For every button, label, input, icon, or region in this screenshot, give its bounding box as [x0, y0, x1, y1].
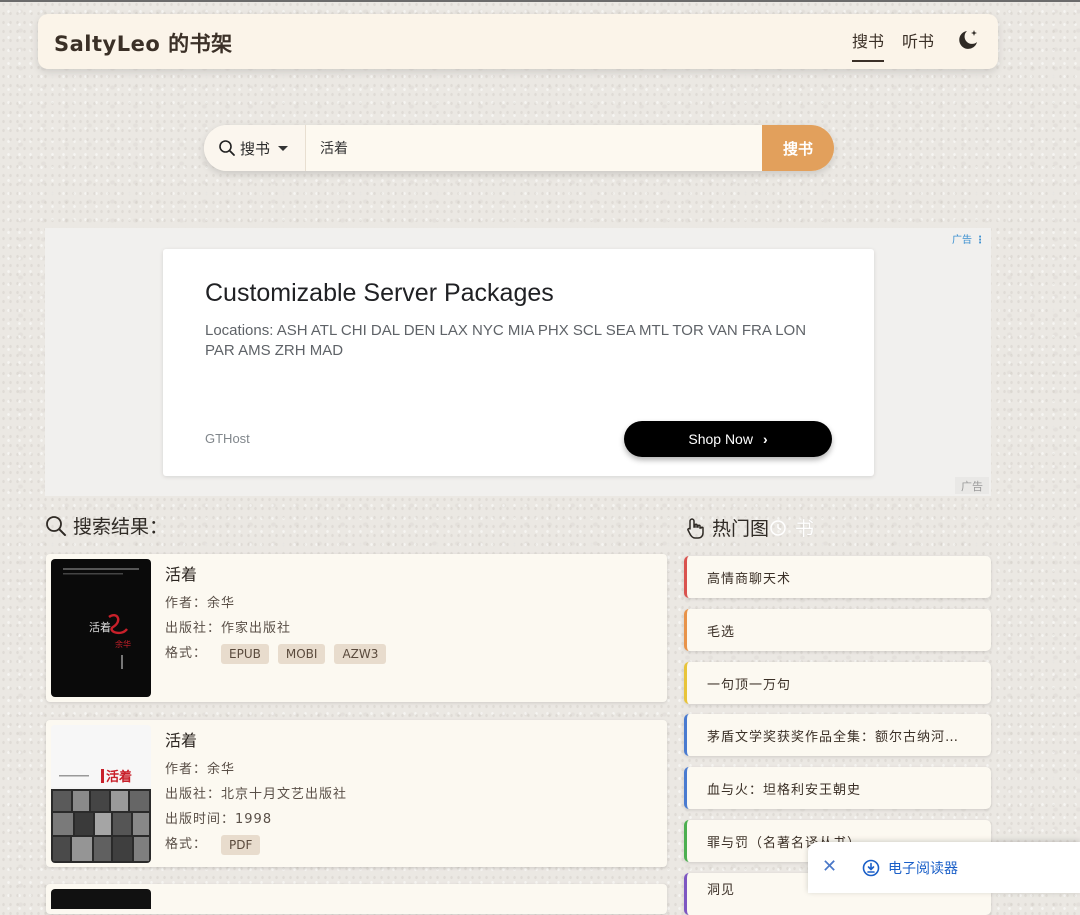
- ad-advertiser: GTHost: [205, 431, 250, 446]
- results-title: 搜索结果：: [73, 516, 169, 538]
- book-publish-date: 出版时间：1998: [165, 812, 273, 827]
- search-type-label: 搜书: [240, 139, 271, 158]
- search-button[interactable]: 搜书: [762, 125, 834, 171]
- hot-book-item[interactable]: 高情商聊天术: [684, 556, 991, 598]
- clock-icon: [770, 519, 786, 536]
- book-publisher: 出版社：北京十月文艺出版社: [165, 787, 348, 802]
- ad-badge-label: 广告: [952, 235, 972, 246]
- book-result-card[interactable]: 活着 余华 活着 作者：余华 出版社：作家出版社 格式： EPUB MOBI A…: [46, 554, 667, 702]
- book-cover-image: 活着 余华: [51, 559, 151, 697]
- ad-card[interactable]: Customizable Server Packages Locations: …: [163, 249, 874, 476]
- pointing-hand-icon: [687, 517, 704, 539]
- more-vertical-icon: ⋮: [975, 235, 985, 246]
- site-brand[interactable]: SaltyLeo 的书架: [54, 28, 233, 58]
- ad-shop-now-button[interactable]: Shop Now ›: [624, 421, 832, 457]
- format-tag-azw3[interactable]: AZW3: [334, 643, 387, 664]
- nav-tab-search-books[interactable]: 搜书: [852, 28, 885, 62]
- header-bar: SaltyLeo 的书架 搜书 听书: [38, 14, 998, 69]
- search-icon: [46, 515, 66, 536]
- book-title[interactable]: 活着: [165, 727, 347, 751]
- search-bar: 搜书 搜书: [204, 125, 834, 171]
- cover-title: 活着: [106, 769, 132, 785]
- book-author: 作者：余华: [165, 596, 236, 611]
- book-formats: 格式： EPUB MOBI AZW3: [165, 641, 395, 666]
- book-formats: 格式： PDF: [165, 832, 347, 857]
- ad-container: 广告 ⋮ Customizable Server Packages Locatio…: [45, 228, 991, 496]
- book-cover-image: [51, 889, 151, 909]
- results-heading: 搜索结果：: [45, 512, 168, 539]
- book-cover-image: 活着: [51, 725, 151, 863]
- search-icon: [219, 140, 235, 156]
- chevron-down-icon: [278, 145, 289, 151]
- format-tag-mobi[interactable]: MOBI: [277, 643, 326, 664]
- hot-book-item[interactable]: 茅盾文学奖获奖作品全集：额尔古纳河…: [684, 714, 991, 756]
- ad-title: Customizable Server Packages: [205, 279, 554, 307]
- hot-title-main: 热门图: [712, 518, 770, 540]
- format-label: 格式：: [165, 646, 208, 661]
- cover-title: 活着: [89, 620, 111, 634]
- hot-book-item[interactable]: 毛选: [684, 609, 991, 651]
- ad-bottom-badge: 广告: [955, 477, 989, 494]
- close-icon[interactable]: ✕: [822, 856, 837, 877]
- top-border: [0, 0, 1080, 2]
- hot-books-heading: 热门图 书: [686, 514, 814, 541]
- book-title[interactable]: 活着: [165, 561, 395, 585]
- ad-description: Locations: ASH ATL CHI DAL DEN LAX NYC M…: [205, 322, 807, 359]
- book-result-card[interactable]: 活着 活着 作者：余华 出版社：北京十月文艺出版社 出版时间：1998 格式：: [46, 720, 667, 867]
- format-label: 格式：: [165, 837, 208, 852]
- book-author: 作者：余华: [165, 762, 236, 777]
- reader-icon: [862, 859, 880, 877]
- cover-signature: 余华: [115, 639, 131, 649]
- format-tag-epub[interactable]: EPUB: [221, 643, 269, 664]
- ad-choices-badge[interactable]: 广告 ⋮: [952, 231, 985, 246]
- book-result-card[interactable]: [46, 884, 667, 914]
- book-publisher: 出版社：作家出版社: [165, 621, 292, 636]
- format-tag-pdf[interactable]: PDF: [221, 834, 261, 855]
- chevron-right-icon: ›: [762, 431, 768, 447]
- hot-title-faded: 书: [795, 518, 815, 540]
- ad-cta-label: Shop Now: [688, 431, 753, 447]
- reader-mode-bar: ✕ 电子阅读器: [808, 842, 1080, 893]
- hot-book-item[interactable]: 血与火：坦格利安王朝史: [684, 767, 991, 809]
- search-type-dropdown[interactable]: 搜书: [204, 125, 306, 171]
- nav-tab-listen-books[interactable]: 听书: [902, 28, 934, 52]
- reader-label: 电子阅读器: [888, 861, 958, 877]
- hot-book-item[interactable]: 一句顶一万句: [684, 662, 991, 704]
- search-input[interactable]: [306, 125, 762, 171]
- reader-mode-button[interactable]: 电子阅读器: [862, 858, 958, 878]
- moon-icon[interactable]: [955, 27, 981, 53]
